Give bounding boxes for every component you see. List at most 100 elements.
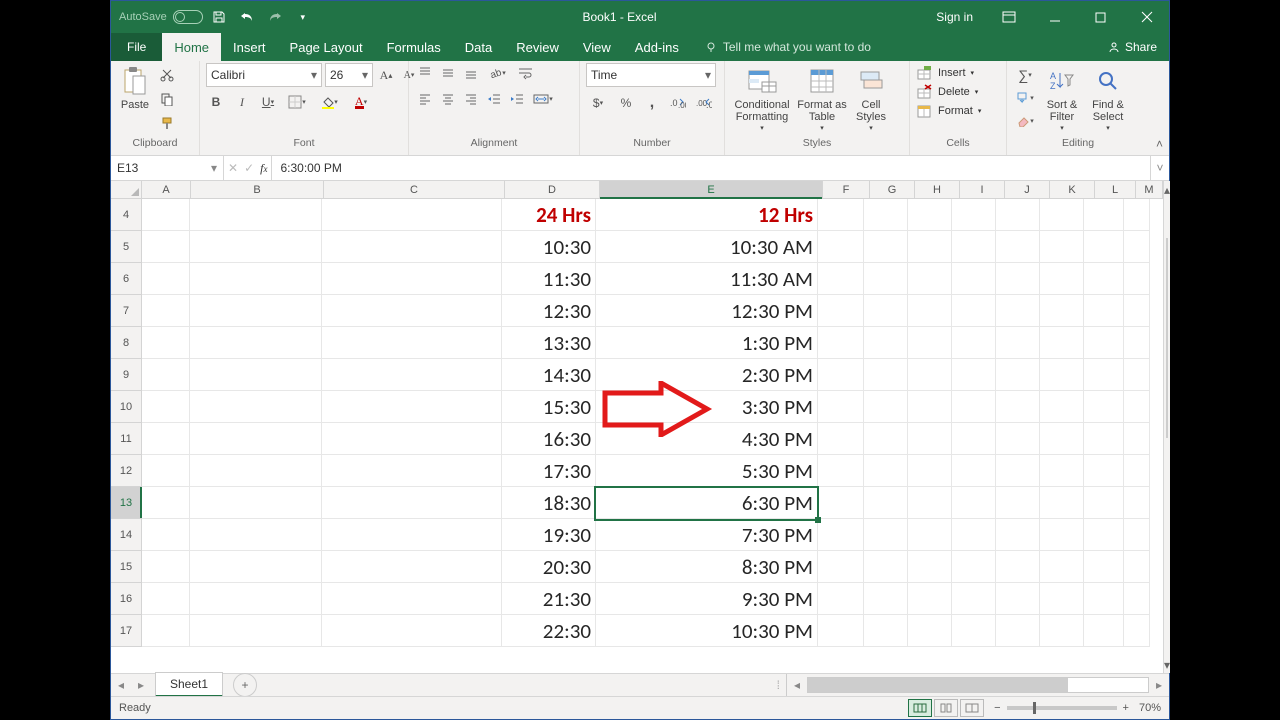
cell-F15[interactable] <box>818 551 864 583</box>
cell-K9[interactable] <box>1040 359 1084 391</box>
cell-H9[interactable] <box>908 359 952 391</box>
cell-K13[interactable] <box>1040 487 1084 519</box>
delete-cells-button[interactable]: Delete▾ <box>916 84 978 100</box>
comma-format-button[interactable]: , <box>642 93 662 113</box>
row-header-10[interactable]: 10 <box>111 391 142 423</box>
cell-M5[interactable] <box>1124 231 1150 263</box>
scroll-down-button[interactable]: ▾ <box>1164 656 1170 673</box>
share-button[interactable]: Share <box>1095 33 1169 61</box>
cell-A14[interactable] <box>142 519 190 551</box>
view-page-layout-button[interactable] <box>934 699 958 717</box>
cell-E15[interactable]: 8:30 PM <box>596 551 818 583</box>
cell-K6[interactable] <box>1040 263 1084 295</box>
row-header-7[interactable]: 7 <box>111 295 142 327</box>
cell-B5[interactable] <box>190 231 322 263</box>
cell-I4[interactable] <box>952 199 996 231</box>
cell-B14[interactable] <box>190 519 322 551</box>
column-header-A[interactable]: A <box>142 181 191 198</box>
row-header-6[interactable]: 6 <box>111 263 142 295</box>
cell-F10[interactable] <box>818 391 864 423</box>
zoom-slider[interactable] <box>1007 706 1117 710</box>
cell-L16[interactable] <box>1084 583 1124 615</box>
cell-I10[interactable] <box>952 391 996 423</box>
cell-B13[interactable] <box>190 487 322 519</box>
cell-F13[interactable] <box>818 487 864 519</box>
increase-indent-button[interactable] <box>507 89 527 109</box>
cell-H4[interactable] <box>908 199 952 231</box>
cell-H16[interactable] <box>908 583 952 615</box>
cell-M12[interactable] <box>1124 455 1150 487</box>
tab-view[interactable]: View <box>571 33 623 61</box>
cell-B11[interactable] <box>190 423 322 455</box>
undo-button[interactable] <box>235 5 259 29</box>
cell-C4[interactable] <box>322 199 502 231</box>
cell-L7[interactable] <box>1084 295 1124 327</box>
cell-H10[interactable] <box>908 391 952 423</box>
cell-M7[interactable] <box>1124 295 1150 327</box>
format-painter-button[interactable] <box>157 113 177 133</box>
accounting-format-button[interactable]: $▾ <box>586 93 610 113</box>
cell-A7[interactable] <box>142 295 190 327</box>
cell-F16[interactable] <box>818 583 864 615</box>
cell-D10[interactable]: 15:30 <box>502 391 596 423</box>
cell-J4[interactable] <box>996 199 1040 231</box>
column-header-I[interactable]: I <box>960 181 1005 198</box>
column-header-G[interactable]: G <box>870 181 915 198</box>
cell-B7[interactable] <box>190 295 322 327</box>
vertical-scrollbar[interactable]: ▴ ▾ <box>1163 181 1170 673</box>
cell-E7[interactable]: 12:30 PM <box>596 295 818 327</box>
cell-J5[interactable] <box>996 231 1040 263</box>
conditional-formatting-button[interactable]: Conditional Formatting▾ <box>731 63 793 133</box>
column-header-K[interactable]: K <box>1050 181 1095 198</box>
row-header-15[interactable]: 15 <box>111 551 142 583</box>
close-button[interactable] <box>1125 1 1169 33</box>
cell-J12[interactable] <box>996 455 1040 487</box>
cell-C5[interactable] <box>322 231 502 263</box>
copy-button[interactable] <box>157 89 177 109</box>
name-box[interactable]: E13▾ <box>111 156 224 180</box>
cell-F5[interactable] <box>818 231 864 263</box>
cell-L15[interactable] <box>1084 551 1124 583</box>
row-header-12[interactable]: 12 <box>111 455 142 487</box>
format-cells-button[interactable]: Format▾ <box>916 103 981 119</box>
cell-L17[interactable] <box>1084 615 1124 647</box>
row-header-14[interactable]: 14 <box>111 519 142 551</box>
column-header-C[interactable]: C <box>324 181 505 198</box>
cell-D7[interactable]: 12:30 <box>502 295 596 327</box>
vertical-scroll-thumb[interactable] <box>1166 238 1168 438</box>
cell-L10[interactable] <box>1084 391 1124 423</box>
cell-J13[interactable] <box>996 487 1040 519</box>
cell-E4[interactable]: 12 Hrs <box>596 199 818 231</box>
cell-D15[interactable]: 20:30 <box>502 551 596 583</box>
cell-C14[interactable] <box>322 519 502 551</box>
cell-I6[interactable] <box>952 263 996 295</box>
cell-E9[interactable]: 2:30 PM <box>596 359 818 391</box>
cell-B4[interactable] <box>190 199 322 231</box>
cell-I13[interactable] <box>952 487 996 519</box>
cell-K15[interactable] <box>1040 551 1084 583</box>
cell-E13[interactable]: 6:30 PM <box>596 487 818 519</box>
cell-D8[interactable]: 13:30 <box>502 327 596 359</box>
cell-F14[interactable] <box>818 519 864 551</box>
cell-J16[interactable] <box>996 583 1040 615</box>
cell-M8[interactable] <box>1124 327 1150 359</box>
cell-A13[interactable] <box>142 487 190 519</box>
cell-G5[interactable] <box>864 231 908 263</box>
cell-H5[interactable] <box>908 231 952 263</box>
cell-L14[interactable] <box>1084 519 1124 551</box>
cell-B6[interactable] <box>190 263 322 295</box>
new-sheet-button[interactable]: + <box>233 673 257 697</box>
column-header-H[interactable]: H <box>915 181 960 198</box>
tab-page-layout[interactable]: Page Layout <box>278 33 375 61</box>
cell-D6[interactable]: 11:30 <box>502 263 596 295</box>
cell-E6[interactable]: 11:30 AM <box>596 263 818 295</box>
cell-D12[interactable]: 17:30 <box>502 455 596 487</box>
column-header-D[interactable]: D <box>505 181 600 198</box>
cell-C9[interactable] <box>322 359 502 391</box>
select-all-button[interactable] <box>111 181 142 198</box>
sheet-nav-first-button[interactable]: ◂ <box>111 674 131 696</box>
cell-G11[interactable] <box>864 423 908 455</box>
scroll-left-button[interactable]: ◂ <box>787 674 807 696</box>
cell-C6[interactable] <box>322 263 502 295</box>
row-header-8[interactable]: 8 <box>111 327 142 359</box>
